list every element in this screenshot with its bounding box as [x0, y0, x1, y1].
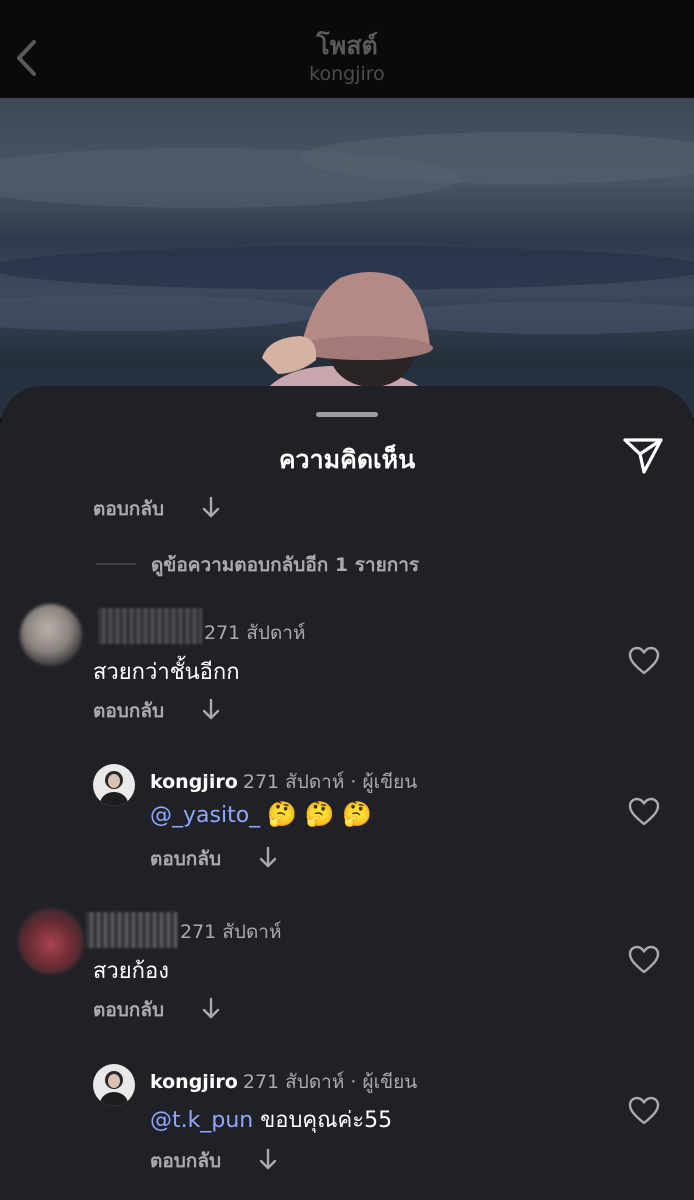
- comment-header: kongjiro 271 สัปดาห์ · ผู้เขียน: [150, 767, 417, 797]
- down-arrow-icon: [259, 1148, 277, 1170]
- comment-body: ขอบคุณค่ะ55: [253, 1108, 393, 1133]
- comment-meta: 271 สัปดาห์ · ผู้เขียน: [242, 1071, 418, 1093]
- comments-sheet: ความคิดเห็น ตอบกลับ ดูข้อความตอบกลับอีก …: [0, 386, 694, 1200]
- redacted-username: [86, 912, 178, 948]
- comment-header: kongjiro 271 สัปดาห์ · ผู้เขียน: [150, 1067, 417, 1097]
- comment-text: สวยกว่าชั้นอีกก: [93, 660, 240, 685]
- username[interactable]: kongjiro: [150, 771, 238, 793]
- emoji-text: 🤔 🤔 🤔: [267, 800, 373, 828]
- down-arrow-icon: [202, 997, 220, 1019]
- heart-icon[interactable]: [628, 945, 660, 975]
- top-nav-bar: โพสต์ kongjiro: [0, 0, 694, 98]
- mention-link[interactable]: @_yasito_: [150, 803, 260, 828]
- comment-text: @_yasito_ 🤔 🤔 🤔: [150, 800, 372, 828]
- view-more-replies-button[interactable]: ดูข้อความตอบกลับอีก 1 รายการ: [151, 550, 419, 580]
- post-comments-screen: โพสต์ kongjiro ความคิดเห็น ตอบกลับ ดูข้อ…: [0, 0, 694, 1200]
- page-title: โพสต์: [316, 31, 378, 60]
- heart-icon[interactable]: [628, 797, 660, 827]
- reply-button[interactable]: ตอบกลับ: [150, 844, 221, 874]
- down-arrow-icon: [259, 846, 277, 868]
- view-more-line: [96, 563, 136, 565]
- comment-meta: 271 สัปดาห์ · ผู้เขียน: [242, 771, 418, 793]
- sheet-grabber[interactable]: [316, 412, 378, 417]
- comment-text: @t.k_pun ขอบคุณค่ะ55: [150, 1102, 392, 1137]
- redacted-username: [98, 608, 202, 644]
- avatar[interactable]: [20, 604, 82, 666]
- comment-meta: 271 สัปดาห์: [204, 622, 306, 644]
- comment-meta: 271 สัปดาห์: [180, 921, 282, 943]
- heart-icon[interactable]: [628, 1096, 660, 1126]
- username[interactable]: kongjiro: [150, 1071, 238, 1093]
- send-icon[interactable]: [620, 432, 666, 478]
- comment-text: สวยก้อง: [93, 959, 169, 984]
- avatar[interactable]: [93, 1064, 135, 1106]
- post-photo: [0, 98, 694, 418]
- down-arrow-icon: [202, 496, 220, 518]
- reply-button[interactable]: ตอบกลับ: [150, 1146, 221, 1176]
- heart-icon[interactable]: [628, 646, 660, 676]
- down-arrow-icon: [202, 698, 220, 720]
- reply-button[interactable]: ตอบกลับ: [93, 494, 164, 524]
- avatar[interactable]: [93, 764, 135, 806]
- mention-link[interactable]: @t.k_pun: [150, 1108, 253, 1133]
- avatar[interactable]: [18, 908, 84, 974]
- reply-button[interactable]: ตอบกลับ: [93, 696, 164, 726]
- page-subtitle: kongjiro: [309, 63, 385, 85]
- sheet-title: ความคิดเห็น: [278, 445, 416, 474]
- reply-button[interactable]: ตอบกลับ: [93, 995, 164, 1025]
